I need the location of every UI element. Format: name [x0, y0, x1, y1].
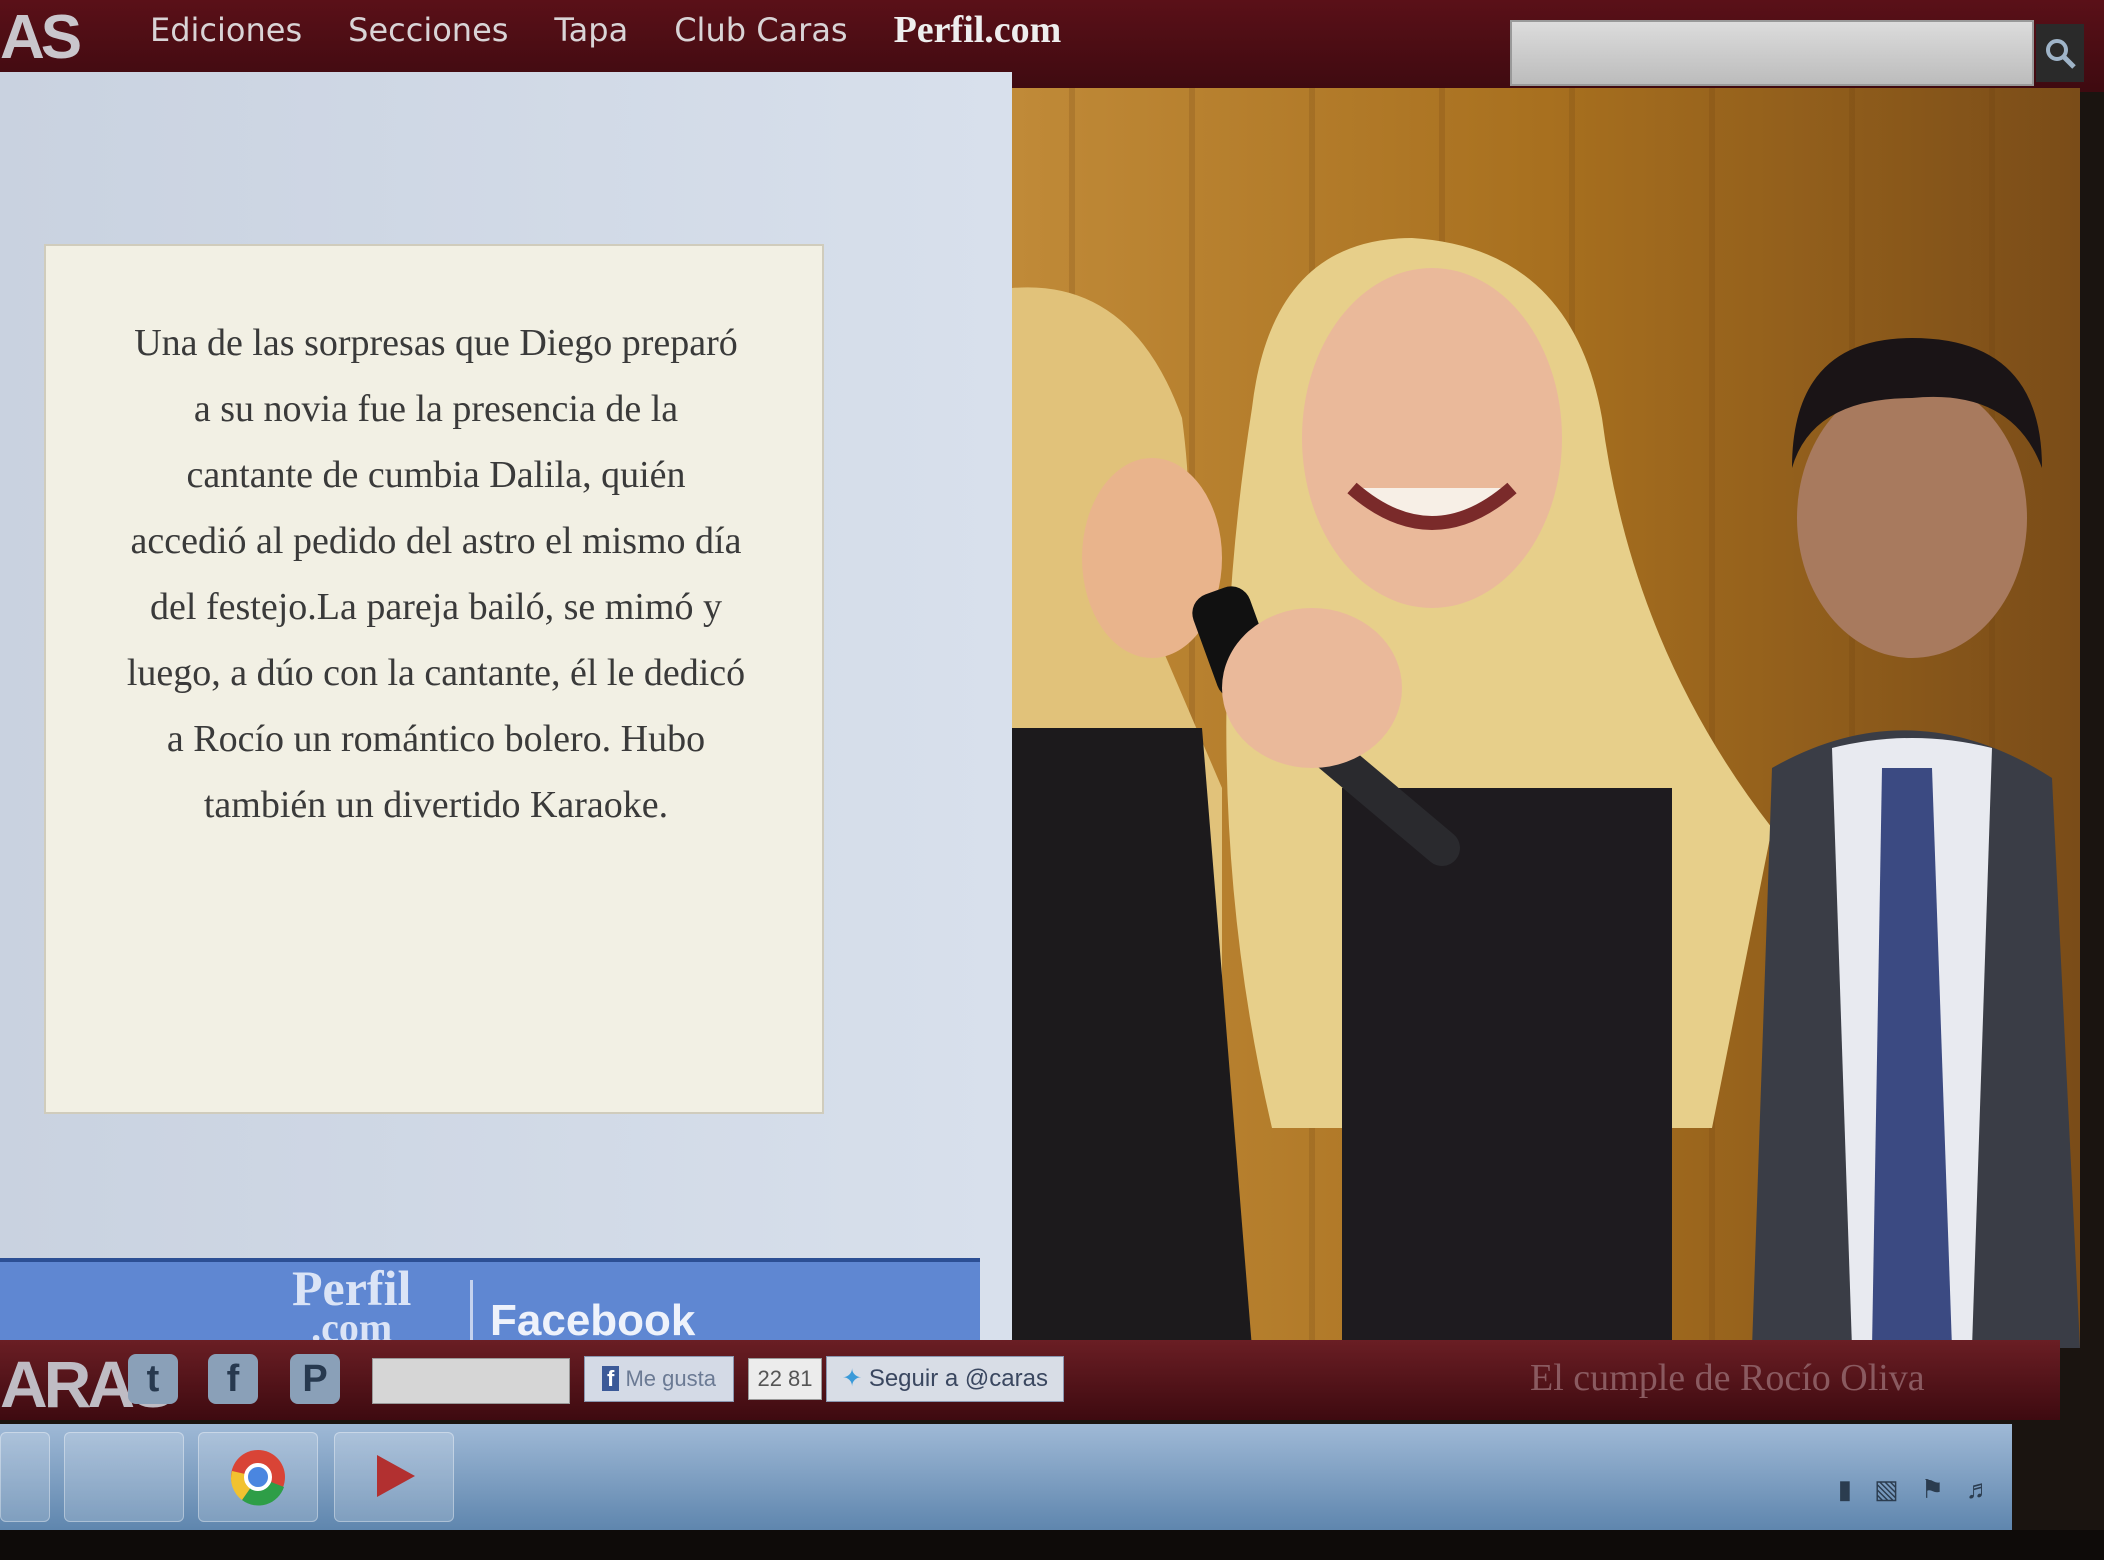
like-button[interactable]: f Me gusta — [584, 1356, 734, 1402]
article-panel: Una de las sorpresas que Diego preparó a… — [0, 72, 1012, 1386]
windows-taskbar: ▮ ▧ ⚑ ♬ — [0, 1424, 2012, 1530]
caras-logo[interactable]: AS — [0, 2, 82, 73]
nav-tapa[interactable]: Tapa — [554, 11, 628, 49]
gallery-caption: El cumple de Rocío Oliva — [1530, 1357, 1925, 1399]
monitor-bezel — [0, 1530, 2104, 1560]
bottom-search-input[interactable] — [372, 1358, 570, 1404]
photo-illustration — [1012, 88, 2080, 1348]
article-text-box: Una de las sorpresas que Diego preparó a… — [44, 244, 824, 1114]
flag-icon[interactable]: ⚑ — [1921, 1474, 1944, 1505]
volume-icon[interactable]: ♬ — [1966, 1474, 1992, 1505]
nav-perfil-link[interactable]: Perfil.com — [894, 8, 1062, 52]
media-player-icon[interactable] — [334, 1432, 454, 1522]
battery-icon[interactable]: ▧ — [1874, 1474, 1899, 1505]
signal-icon[interactable]: ▮ — [1838, 1474, 1852, 1505]
bottom-bar: ARAS t f P f Me gusta 22 81 ✦ Seguir a @… — [0, 1340, 2060, 1421]
system-tray: ▮ ▧ ⚑ ♬ — [1838, 1474, 1992, 1505]
search-icon[interactable] — [2036, 24, 2084, 82]
article-body: Una de las sorpresas que Diego preparó a… — [126, 322, 746, 826]
main-nav: Ediciones Secciones Tapa Club Caras Perf… — [150, 8, 1061, 52]
pinterest-icon[interactable]: P — [290, 1354, 340, 1404]
explorer-icon[interactable] — [64, 1432, 184, 1522]
perfil-logo-line1: Perfil — [292, 1260, 412, 1316]
nav-secciones[interactable]: Secciones — [348, 11, 508, 49]
twitter-icon[interactable]: t — [128, 1354, 178, 1404]
follow-label: Seguir a @caras — [868, 1365, 1048, 1392]
like-count: 22 81 — [748, 1358, 822, 1400]
follow-twitter-button[interactable]: ✦ Seguir a @caras — [826, 1356, 1064, 1402]
facebook-like-icon: f — [602, 1366, 620, 1391]
nav-ediciones[interactable]: Ediciones — [150, 11, 302, 49]
facebook-label: Facebook — [490, 1296, 696, 1345]
facebook-icon[interactable]: f — [208, 1354, 258, 1404]
perfil-logo: Perfil .com — [292, 1260, 412, 1348]
search-input[interactable] — [1510, 20, 2084, 86]
chrome-icon[interactable] — [198, 1432, 318, 1522]
gallery-photo[interactable] — [1012, 88, 2080, 1348]
start-button[interactable] — [0, 1432, 50, 1522]
like-label: Me gusta — [625, 1366, 716, 1391]
nav-club-caras[interactable]: Club Caras — [674, 11, 847, 49]
twitter-bird-icon: ✦ — [842, 1365, 863, 1392]
